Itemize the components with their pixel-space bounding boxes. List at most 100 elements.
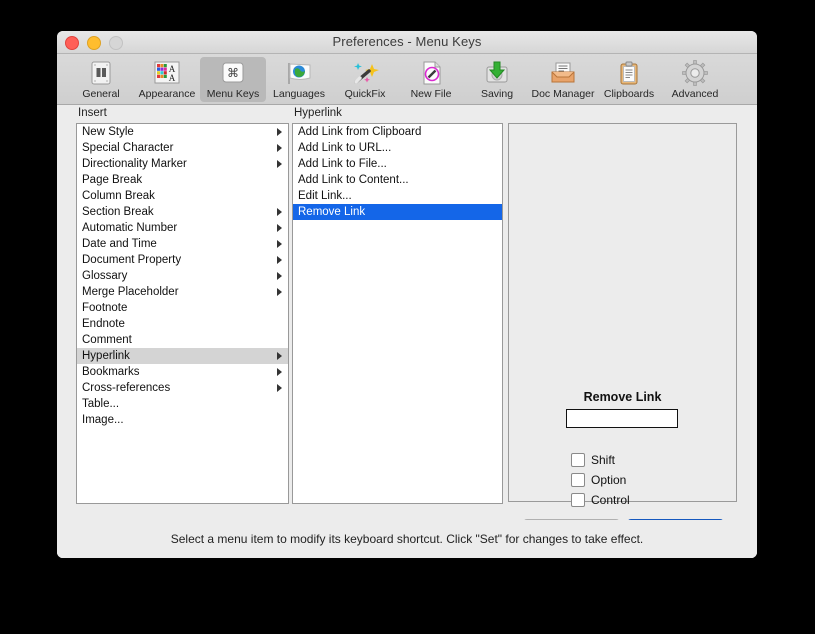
list-item-label: Comment — [82, 334, 132, 346]
toolbar-item-advanced[interactable]: Advanced — [662, 57, 728, 102]
list-item-label: Footnote — [82, 302, 128, 314]
submenu-arrow-icon — [277, 384, 282, 392]
submenu-arrow-icon — [277, 256, 282, 264]
list-item[interactable]: Add Link from Clipboard — [293, 124, 502, 140]
list-item-label: Remove Link — [298, 206, 366, 218]
checkbox-label: Shift — [591, 453, 616, 467]
svg-text:A: A — [169, 73, 176, 83]
toolbar-item-label: Doc Manager — [531, 88, 595, 100]
save-disk-down-arrow-icon — [482, 59, 512, 87]
list-item[interactable]: Image... — [77, 412, 288, 428]
list-item-label: Hyperlink — [82, 350, 130, 362]
toolbar-item-appearance[interactable]: A A Appearance — [134, 57, 200, 102]
toolbar-item-menu-keys[interactable]: ⌘ Menu Keys — [200, 57, 266, 102]
insert-menu-list[interactable]: New Style Special Character Directionality… — [76, 123, 289, 504]
toolbar-item-clipboards[interactable]: Clipboards — [596, 57, 662, 102]
list-item[interactable]: Footnote — [77, 300, 288, 316]
list-item[interactable]: Section Break — [77, 204, 288, 220]
hyperlink-submenu-list[interactable]: Add Link from Clipboard Add Link to URL..… — [292, 123, 503, 504]
toolbar-item-label: Appearance — [138, 88, 196, 100]
list-item-label: New Style — [82, 126, 134, 138]
submenu-arrow-icon — [277, 144, 282, 152]
middle-column-header: Hyperlink — [294, 107, 342, 119]
modifier-checkbox-shift[interactable]: Shift — [571, 450, 630, 470]
list-item-label: Automatic Number — [82, 222, 178, 234]
list-item[interactable]: Column Break — [77, 188, 288, 204]
list-item-label: Add Link to Content... — [298, 174, 409, 186]
toolbar-item-label: Saving — [480, 88, 514, 100]
list-item[interactable]: Document Property — [77, 252, 288, 268]
list-item[interactable]: Add Link to Content... — [293, 172, 502, 188]
submenu-arrow-icon — [277, 288, 282, 296]
color-palette-letters-icon: A A — [152, 59, 182, 87]
toolbar-item-label: Languages — [273, 88, 325, 100]
document-tray-icon — [548, 59, 578, 87]
checkbox-label: Option — [591, 473, 627, 487]
list-item-label: Column Break — [82, 190, 155, 202]
window-titlebar[interactable]: Preferences - Menu Keys — [57, 31, 757, 54]
list-item-label: Glossary — [82, 270, 128, 282]
list-item-label: Merge Placeholder — [82, 286, 179, 298]
list-item[interactable]: Add Link to URL... — [293, 140, 502, 156]
detail-title: Remove Link — [583, 390, 662, 404]
toolbar-item-label: General — [82, 88, 120, 100]
list-item-label: Add Link to URL... — [298, 142, 392, 154]
list-item-label: Add Link to File... — [298, 158, 387, 170]
list-item[interactable]: Add Link to File... — [293, 156, 502, 172]
submenu-arrow-icon — [277, 272, 282, 280]
list-item[interactable]: Special Character — [77, 140, 288, 156]
screenshot-root: Preferences - Menu Keys General A A Appea… — [0, 0, 815, 634]
submenu-arrow-icon — [277, 128, 282, 136]
list-item[interactable]: New Style — [77, 124, 288, 140]
list-item-label: Add Link from Clipboard — [298, 126, 422, 138]
toolbar-item-label: Menu Keys — [206, 88, 260, 100]
checkbox-label: Control — [591, 493, 630, 507]
list-item[interactable]: Automatic Number — [77, 220, 288, 236]
modifier-checkbox-option[interactable]: Option — [571, 470, 630, 490]
new-document-pen-icon — [416, 59, 446, 87]
list-item[interactable]: Page Break — [77, 172, 288, 188]
list-item[interactable]: Table... — [77, 396, 288, 412]
list-item-label: Edit Link... — [298, 190, 352, 202]
toolbar-item-new-file[interactable]: New File — [398, 57, 464, 102]
toolbar-item-doc-manager[interactable]: Doc Manager — [530, 57, 596, 102]
shortcut-input[interactable] — [566, 409, 678, 428]
list-item[interactable]: Cross-references — [77, 380, 288, 396]
list-item-label: Cross-references — [82, 382, 171, 394]
list-item[interactable]: Comment — [77, 332, 288, 348]
command-key-icon: ⌘ — [218, 59, 248, 87]
list-item-label: Special Character — [82, 142, 174, 154]
list-item[interactable]: Glossary — [77, 268, 288, 284]
toolbar-item-general[interactable]: General — [68, 57, 134, 102]
list-item[interactable]: Bookmarks — [77, 364, 288, 380]
list-item-label: Section Break — [82, 206, 154, 218]
list-item-label: Directionality Marker — [82, 158, 187, 170]
list-item[interactable]: Directionality Marker — [77, 156, 288, 172]
list-item[interactable]: Merge Placeholder — [77, 284, 288, 300]
submenu-arrow-icon — [277, 224, 282, 232]
list-item[interactable]: Edit Link... — [293, 188, 502, 204]
checkbox-box[interactable] — [571, 473, 585, 487]
list-item[interactable]: Date and Time — [77, 236, 288, 252]
checkbox-box[interactable] — [571, 493, 585, 507]
list-item-label: Bookmarks — [82, 366, 140, 378]
list-item[interactable]: Hyperlink — [77, 348, 288, 364]
status-footer: Select a menu item to modify its keyboar… — [57, 520, 757, 558]
checkbox-box[interactable] — [571, 453, 585, 467]
globe-flag-icon — [284, 59, 314, 87]
modifier-checkbox-group: Shift Option Control — [571, 450, 630, 510]
left-column-header: Insert — [78, 107, 107, 119]
submenu-arrow-icon — [277, 368, 282, 376]
magic-wand-icon — [350, 59, 380, 87]
toolbar-item-saving[interactable]: Saving — [464, 57, 530, 102]
list-item[interactable]: Endnote — [77, 316, 288, 332]
modifier-checkbox-control[interactable]: Control — [571, 490, 630, 510]
list-item-label: Endnote — [82, 318, 125, 330]
clipboard-icon — [614, 59, 644, 87]
submenu-arrow-icon — [277, 240, 282, 248]
preferences-window: Preferences - Menu Keys General A A Appea… — [57, 31, 757, 558]
toolbar-item-quickfix[interactable]: QuickFix — [332, 57, 398, 102]
list-item[interactable]: Remove Link — [293, 204, 502, 220]
submenu-arrow-icon — [277, 352, 282, 360]
toolbar-item-languages[interactable]: Languages — [266, 57, 332, 102]
